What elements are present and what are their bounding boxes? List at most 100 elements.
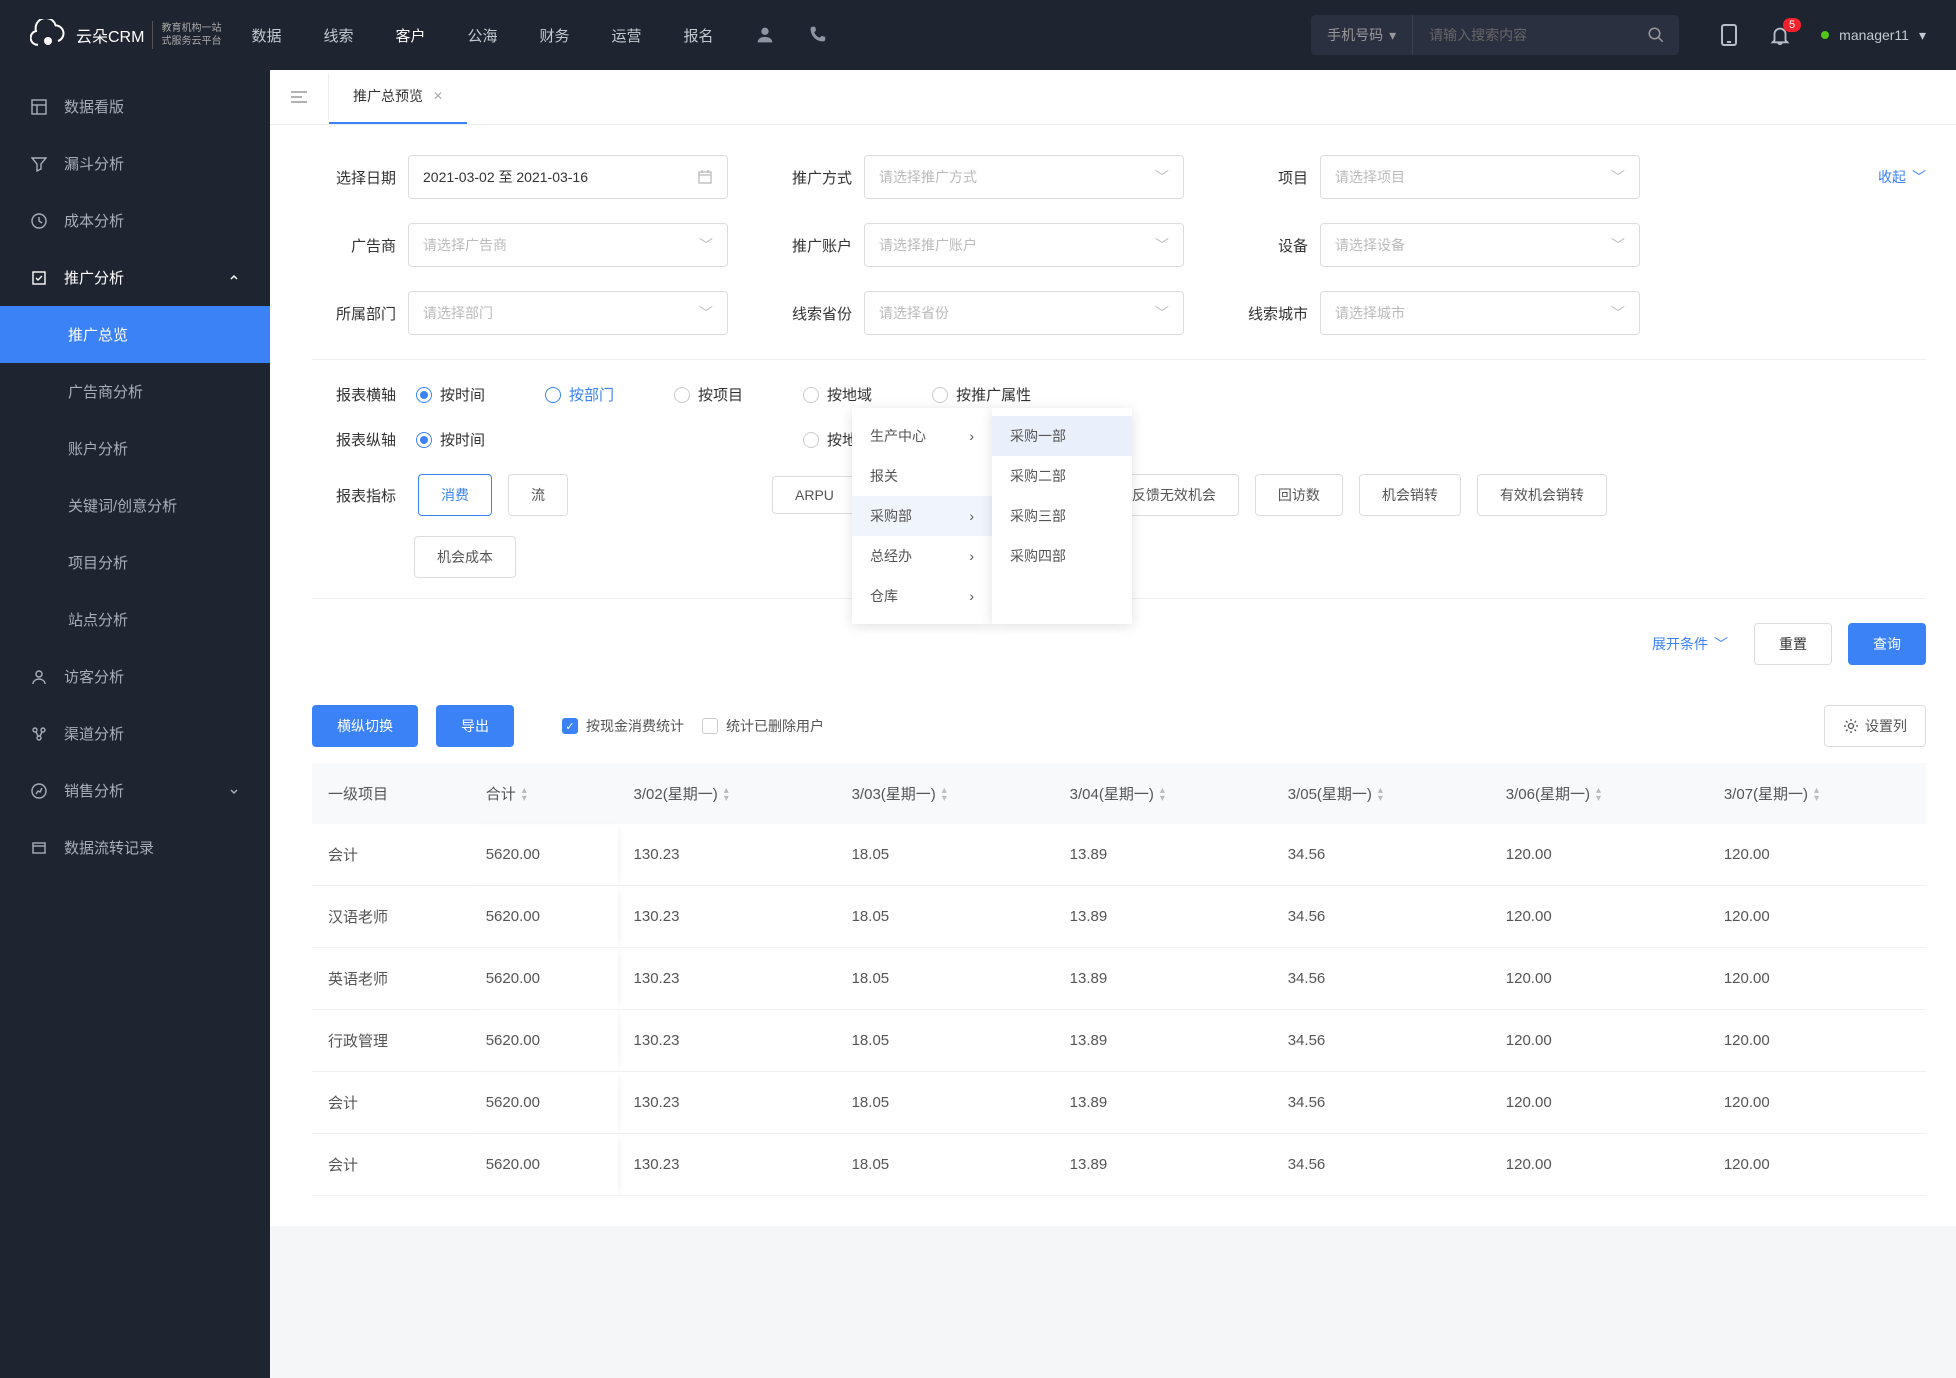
th-item[interactable]: 一级项目 xyxy=(312,763,470,824)
reset-button[interactable]: 重置 xyxy=(1754,623,1832,665)
nav-item-data[interactable]: 数据 xyxy=(251,25,281,46)
nav-item-public[interactable]: 公海 xyxy=(468,25,498,46)
radio-text: 按部门 xyxy=(569,384,614,405)
sidebar-item-promotion[interactable]: 推广分析 xyxy=(0,249,270,306)
sidebar-item-keyword[interactable]: 关键词/创意分析 xyxy=(0,477,270,534)
checkbox-cash[interactable]: ✓按现金消费统计 xyxy=(562,716,684,736)
th-307[interactable]: 3/07(星期一)▴▾ xyxy=(1708,763,1926,824)
sidebar-item-promo-overview[interactable]: 推广总览 xyxy=(0,306,270,363)
project-select[interactable]: 请选择项目﹀ xyxy=(1320,155,1640,199)
close-icon[interactable]: ✕ xyxy=(433,89,443,103)
stat-icon xyxy=(30,782,48,800)
nav-item-customer[interactable]: 客户 xyxy=(395,25,425,46)
advertiser-select[interactable]: 请选择广告商﹀ xyxy=(408,223,728,267)
nav-item-ops[interactable]: 运营 xyxy=(612,25,642,46)
logo-sub2: 式服务云平台 xyxy=(161,35,221,48)
cascade-item-production[interactable]: 生产中心› xyxy=(852,416,992,456)
expand-conditions-link[interactable]: 展开条件﹀ xyxy=(1652,634,1728,654)
cascade-item-proc-3[interactable]: 采购三部 xyxy=(992,496,1132,536)
cascade-item-customs[interactable]: 报关 xyxy=(852,456,992,496)
tag-opp-cost[interactable]: 机会成本 xyxy=(414,536,516,578)
calendar-icon xyxy=(697,169,713,185)
table-cell: 5620.00 xyxy=(470,824,618,886)
radio-h-region[interactable]: 按地域 xyxy=(803,384,872,405)
nav-item-enroll[interactable]: 报名 xyxy=(684,25,714,46)
sort-icon: ▴▾ xyxy=(1378,787,1383,803)
setting-columns-button[interactable]: 设置列 xyxy=(1824,705,1926,747)
th-text: 一级项目 xyxy=(328,786,388,803)
sidebar-item-visitor[interactable]: 访客分析 xyxy=(0,648,270,705)
export-button[interactable]: 导出 xyxy=(436,705,514,747)
promo-way-select[interactable]: 请选择推广方式﹀ xyxy=(864,155,1184,199)
sidebar-item-advertiser[interactable]: 广告商分析 xyxy=(0,363,270,420)
nav-item-finance[interactable]: 财务 xyxy=(540,25,570,46)
cascade-item-warehouse[interactable]: 仓库› xyxy=(852,576,992,616)
topbar: 云朵CRM 教育机构一站 式服务云平台 数据 线索 客户 公海 财务 运营 报名… xyxy=(0,0,1956,70)
tabbar: 推广总预览 ✕ xyxy=(270,70,1956,125)
tag-spend[interactable]: 消费 xyxy=(418,474,492,516)
toggle-hv-button[interactable]: 横纵切换 xyxy=(312,705,418,747)
cascade-item-gm-office[interactable]: 总经办› xyxy=(852,536,992,576)
radio-h-promo-attr[interactable]: 按推广属性 xyxy=(932,384,1031,405)
sidebar-item-cost[interactable]: 成本分析 xyxy=(0,192,270,249)
tab-promo-overview[interactable]: 推广总预览 ✕ xyxy=(329,70,467,124)
cascade-item-proc-2[interactable]: 采购二部 xyxy=(992,456,1132,496)
table-cell: 120.00 xyxy=(1708,1072,1926,1134)
tag-valid-convert[interactable]: 有效机会销转 xyxy=(1477,474,1607,516)
tag-arpu[interactable]: ARPU xyxy=(772,476,857,514)
city-select[interactable]: 请选择城市﹀ xyxy=(1320,291,1640,335)
table-cell: 13.89 xyxy=(1054,1072,1272,1134)
query-button[interactable]: 查询 xyxy=(1848,623,1926,665)
nav-item-leads[interactable]: 线索 xyxy=(323,25,353,46)
checkbox-deleted[interactable]: 统计已删除用户 xyxy=(702,716,824,736)
sidebar-item-sales[interactable]: 销售分析 xyxy=(0,762,270,819)
cascade-item-proc-4[interactable]: 采购四部 xyxy=(992,536,1132,576)
tag-flow[interactable]: 流 xyxy=(508,474,568,516)
cascade-text: 采购二部 xyxy=(1010,466,1066,486)
sidebar-item-channel[interactable]: 渠道分析 xyxy=(0,705,270,762)
device-select[interactable]: 请选择设备﹀ xyxy=(1320,223,1640,267)
radio-icon xyxy=(416,432,432,448)
table-cell: 34.56 xyxy=(1272,1010,1490,1072)
user-menu[interactable]: manager11 ▾ xyxy=(1821,27,1926,44)
date-range-input[interactable]: 2021-03-02 至 2021-03-16 xyxy=(408,155,728,199)
th-306[interactable]: 3/06(星期一)▴▾ xyxy=(1490,763,1708,824)
radio-h-time[interactable]: 按时间 xyxy=(416,384,485,405)
th-305[interactable]: 3/05(星期一)▴▾ xyxy=(1272,763,1490,824)
table-cell: 130.23 xyxy=(618,1072,836,1134)
cascade-item-proc-1[interactable]: 采购一部 xyxy=(992,416,1132,456)
radio-h-project[interactable]: 按项目 xyxy=(674,384,743,405)
sidebar-collapse-icon[interactable] xyxy=(270,74,329,120)
cascade-item-procurement[interactable]: 采购部› xyxy=(852,496,992,536)
radio-v-time[interactable]: 按时间 xyxy=(416,429,485,450)
sidebar-item-dashboard[interactable]: 数据看版 xyxy=(0,78,270,135)
sidebar-item-site[interactable]: 站点分析 xyxy=(0,591,270,648)
sidebar-label: 广告商分析 xyxy=(68,381,143,402)
search-input[interactable] xyxy=(1413,27,1633,43)
th-total[interactable]: 合计▴▾ xyxy=(470,763,618,824)
department-select[interactable]: 请选择部门﹀ xyxy=(408,291,728,335)
search-icon[interactable] xyxy=(1633,26,1679,44)
radio-h-dept[interactable]: 按部门 xyxy=(545,384,614,405)
tag-opp-convert[interactable]: 机会销转 xyxy=(1359,474,1461,516)
th-303[interactable]: 3/03(星期一)▴▾ xyxy=(836,763,1054,824)
collapse-link[interactable]: 收起﹀ xyxy=(1878,167,1926,187)
th-304[interactable]: 3/04(星期一)▴▾ xyxy=(1054,763,1272,824)
sidebar-item-flow[interactable]: 数据流转记录 xyxy=(0,819,270,876)
th-302[interactable]: 3/02(星期一)▴▾ xyxy=(618,763,836,824)
placeholder: 请选择推广方式 xyxy=(879,167,977,187)
user-icon[interactable] xyxy=(754,24,776,46)
sidebar-item-account[interactable]: 账户分析 xyxy=(0,420,270,477)
promo-acct-select[interactable]: 请选择推广账户﹀ xyxy=(864,223,1184,267)
search-type-select[interactable]: 手机号码 ▾ xyxy=(1311,15,1413,55)
sidebar-item-project[interactable]: 项目分析 xyxy=(0,534,270,591)
table-cell: 5620.00 xyxy=(470,886,618,948)
sidebar-item-funnel[interactable]: 漏斗分析 xyxy=(0,135,270,192)
phone-icon[interactable] xyxy=(806,24,828,46)
tag-revisit[interactable]: 回访数 xyxy=(1255,474,1343,516)
province-select[interactable]: 请选择省份﹀ xyxy=(864,291,1184,335)
table-cell: 120.00 xyxy=(1490,948,1708,1010)
device-icon[interactable] xyxy=(1719,23,1739,47)
user-name: manager11 xyxy=(1839,27,1909,43)
bell-icon[interactable]: 5 xyxy=(1769,24,1791,46)
